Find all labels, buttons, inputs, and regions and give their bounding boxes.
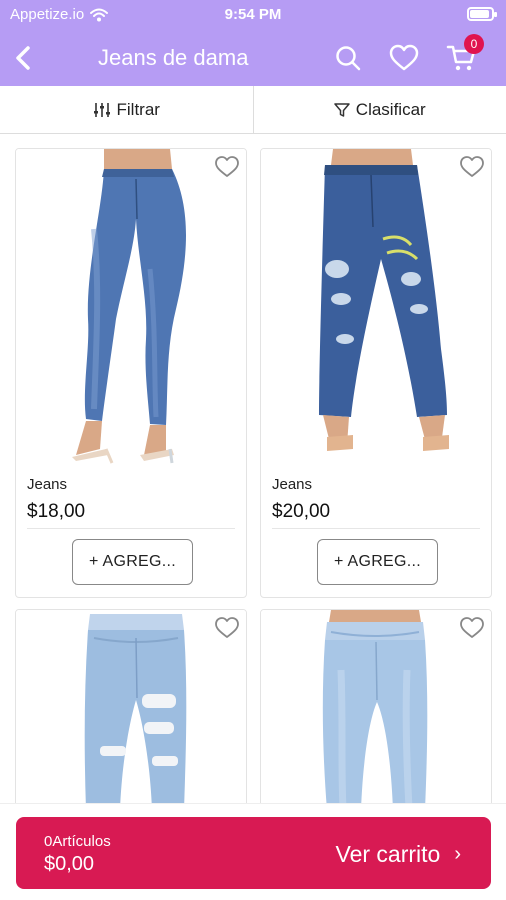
view-cart-label-group: Ver carrito › [336,841,462,868]
cart-count-badge: 0 [464,34,484,54]
favorites-heart-icon[interactable] [389,44,419,72]
product-price: $18,00 [27,501,86,522]
back-arrow-icon[interactable] [8,42,40,74]
sliders-icon [93,102,110,117]
battery-icon [467,7,497,21]
filter-bar: Filtrar Clasificar [0,86,506,134]
search-icon[interactable] [334,44,362,72]
product-card[interactable]: Jeans $20,00 + AGREG... [260,148,492,598]
divider [272,528,480,529]
heart-icon[interactable] [214,616,240,640]
filter-button[interactable]: Filtrar [0,86,254,133]
heart-icon[interactable] [459,155,485,179]
product-name[interactable]: Jeans [27,476,67,493]
status-bar: Appetize.io 9:54 PM [0,0,506,30]
sort-label: Clasificar [355,99,426,119]
cart-total: $0,00 [44,853,95,875]
view-cart-label: Ver carrito [335,841,441,867]
add-to-cart-button[interactable]: + AGREG... [72,539,193,585]
view-cart-button[interactable]: 0Artículos $0,00 Ver carrito › [16,817,491,889]
product-card[interactable]: Jeans $18,00 + AGREG... [15,148,247,598]
status-time: 9:54 PM [224,6,282,23]
chevron-right-icon: › [454,843,461,865]
product-image[interactable] [261,149,492,465]
battery-level [470,10,489,18]
cart-items-count: 0Artículos [44,833,111,850]
page-title: Jeans de dama [98,45,249,70]
product-name[interactable]: Jeans [272,476,312,493]
filter-label: Filtrar [116,99,160,119]
nav-bar: Jeans de dama [0,30,506,86]
heart-icon[interactable] [459,616,485,640]
sort-button[interactable]: Clasificar [254,86,506,133]
divider [27,528,235,529]
product-image[interactable] [16,149,247,465]
add-to-cart-button[interactable]: + AGREG... [317,539,438,585]
heart-icon[interactable] [214,155,240,179]
product-price: $20,00 [272,501,331,522]
funnel-icon [334,102,350,117]
